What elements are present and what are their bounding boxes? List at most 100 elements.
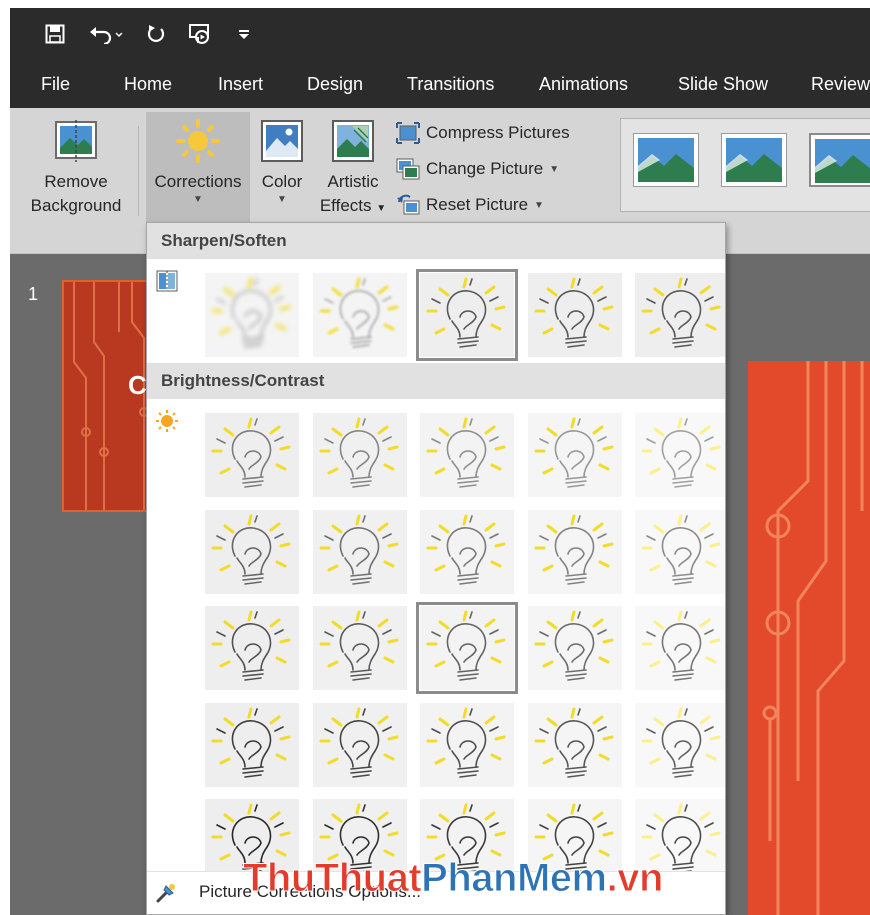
- brightness-contrast-option[interactable]: [631, 409, 725, 501]
- remove-background-icon: [55, 120, 97, 162]
- tab-home[interactable]: Home: [124, 74, 172, 95]
- slide-number: 1: [28, 284, 39, 304]
- brightness-contrast-option[interactable]: [524, 409, 626, 501]
- lightbulb-thumbnail-icon: [420, 273, 514, 357]
- reset-picture-icon: [397, 194, 420, 215]
- sharpen-soften-option[interactable]: [631, 269, 725, 361]
- remove-background-label-1: Remove: [44, 172, 108, 191]
- lightbulb-thumbnail-icon: [635, 413, 725, 497]
- artistic-effects-label-2-text: Effects: [319, 196, 372, 215]
- lightbulb-thumbnail-icon: [205, 606, 299, 690]
- redo-icon[interactable]: [144, 20, 168, 48]
- brightness-contrast-option[interactable]: [309, 506, 411, 598]
- lightbulb-thumbnail-icon: [528, 413, 622, 497]
- artistic-effects-button[interactable]: Artistic Effects ▼: [314, 118, 392, 221]
- lightbulb-thumbnail-icon: [528, 606, 622, 690]
- brightness-contrast-option[interactable]: [524, 602, 626, 694]
- compress-pictures-button[interactable]: Compress Pictures: [396, 118, 570, 148]
- present-from-start-icon[interactable]: [186, 20, 214, 48]
- lightbulb-thumbnail-icon: [313, 413, 407, 497]
- brightness-contrast-option[interactable]: [631, 506, 725, 598]
- color-icon: [261, 120, 303, 162]
- picture-styles-gallery: [620, 118, 870, 212]
- lightbulb-thumbnail-icon: [420, 703, 514, 787]
- color-dropdown-icon: ▼: [277, 194, 287, 205]
- brightness-contrast-option[interactable]: [416, 602, 518, 694]
- slide-thumbnail[interactable]: C: [62, 280, 152, 512]
- tab-review[interactable]: Review: [811, 74, 870, 95]
- lightbulb-thumbnail-icon: [635, 703, 725, 787]
- lightbulb-thumbnail-icon: [313, 273, 407, 357]
- brightness-contrast-option[interactable]: [201, 409, 303, 501]
- svg-text:C: C: [128, 370, 147, 400]
- brightness-contrast-option[interactable]: [309, 409, 411, 501]
- brightness-contrast-option[interactable]: [631, 699, 725, 791]
- color-button[interactable]: Color ▼: [254, 118, 310, 206]
- change-picture-label: Change Picture: [426, 159, 544, 178]
- lightbulb-thumbnail-icon: [420, 606, 514, 690]
- compress-pictures-label: Compress Pictures: [426, 123, 570, 142]
- remove-background-label-2: Background: [30, 196, 122, 215]
- main-slide-canvas[interactable]: [748, 361, 870, 915]
- brightness-contrast-option[interactable]: [309, 602, 411, 694]
- lightbulb-thumbnail-icon: [528, 273, 622, 357]
- brightness-contrast-option[interactable]: [309, 699, 411, 791]
- change-picture-icon: [396, 158, 420, 180]
- sharpen-soften-header: Sharpen/Soften: [147, 223, 725, 259]
- artistic-effects-label-1: Artistic: [327, 172, 379, 191]
- tab-transitions[interactable]: Transitions: [407, 74, 494, 95]
- tab-file[interactable]: File: [41, 74, 70, 95]
- lightbulb-thumbnail-icon: [635, 510, 725, 594]
- tab-design[interactable]: Design: [307, 74, 363, 95]
- lightbulb-thumbnail-icon: [313, 510, 407, 594]
- watermark-part-2: PhanMem: [421, 856, 608, 901]
- picture-style-option[interactable]: [809, 133, 870, 187]
- customize-qat-icon[interactable]: [234, 20, 254, 48]
- watermark-part-3: .vn: [606, 856, 664, 901]
- tab-slide-show[interactable]: Slide Show: [678, 74, 768, 95]
- sharpen-soften-option[interactable]: [524, 269, 626, 361]
- ribbon-tabs: File Home Insert Design Transitions Anim…: [10, 64, 870, 108]
- sun-icon: [176, 119, 220, 163]
- corrections-button[interactable]: Corrections ▼: [146, 118, 250, 206]
- lightbulb-thumbnail-icon: [205, 413, 299, 497]
- sharpen-soften-option[interactable]: [201, 269, 303, 361]
- picture-style-option[interactable]: [633, 133, 699, 187]
- brightness-contrast-option[interactable]: [416, 506, 518, 598]
- corrections-label: Corrections: [154, 172, 242, 191]
- quick-access-toolbar: [10, 8, 870, 64]
- artistic-effects-dropdown-icon: ▼: [376, 203, 387, 214]
- brightness-contrast-option[interactable]: [416, 409, 518, 501]
- reset-picture-button[interactable]: Reset Picture ▼: [396, 190, 544, 220]
- picture-style-option[interactable]: [721, 133, 787, 187]
- change-picture-button[interactable]: Change Picture ▼: [396, 154, 559, 184]
- sharpen-soften-icon: [156, 270, 178, 292]
- save-icon[interactable]: [42, 20, 68, 48]
- compress-pictures-icon: [396, 122, 420, 144]
- artistic-effects-icon: [332, 120, 374, 162]
- brightness-contrast-option[interactable]: [201, 602, 303, 694]
- lightbulb-thumbnail-icon: [420, 413, 514, 497]
- tab-insert[interactable]: Insert: [218, 74, 263, 95]
- powerpoint-window: File Home Insert Design Transitions Anim…: [10, 8, 870, 915]
- sharpen-soften-option[interactable]: [416, 269, 518, 361]
- change-picture-dropdown-icon: ▼: [549, 163, 560, 175]
- tab-animations[interactable]: Animations: [539, 74, 628, 95]
- color-label: Color: [261, 172, 303, 191]
- brightness-contrast-option[interactable]: [631, 602, 725, 694]
- brightness-contrast-option[interactable]: [201, 506, 303, 598]
- reset-picture-dropdown-icon: ▼: [534, 199, 544, 211]
- brightness-contrast-option[interactable]: [416, 699, 518, 791]
- brightness-contrast-option[interactable]: [524, 699, 626, 791]
- brightness-contrast-option[interactable]: [524, 506, 626, 598]
- corrections-dropdown-icon: ▼: [193, 194, 203, 205]
- lightbulb-thumbnail-icon: [205, 703, 299, 787]
- lightbulb-thumbnail-icon: [635, 606, 725, 690]
- undo-icon[interactable]: [86, 20, 126, 48]
- lightbulb-thumbnail-icon: [420, 510, 514, 594]
- picture-corrections-options-icon: [156, 884, 175, 903]
- lightbulb-thumbnail-icon: [205, 273, 299, 357]
- brightness-contrast-option[interactable]: [201, 699, 303, 791]
- sharpen-soften-option[interactable]: [309, 269, 411, 361]
- remove-background-button[interactable]: Remove Background: [24, 118, 128, 218]
